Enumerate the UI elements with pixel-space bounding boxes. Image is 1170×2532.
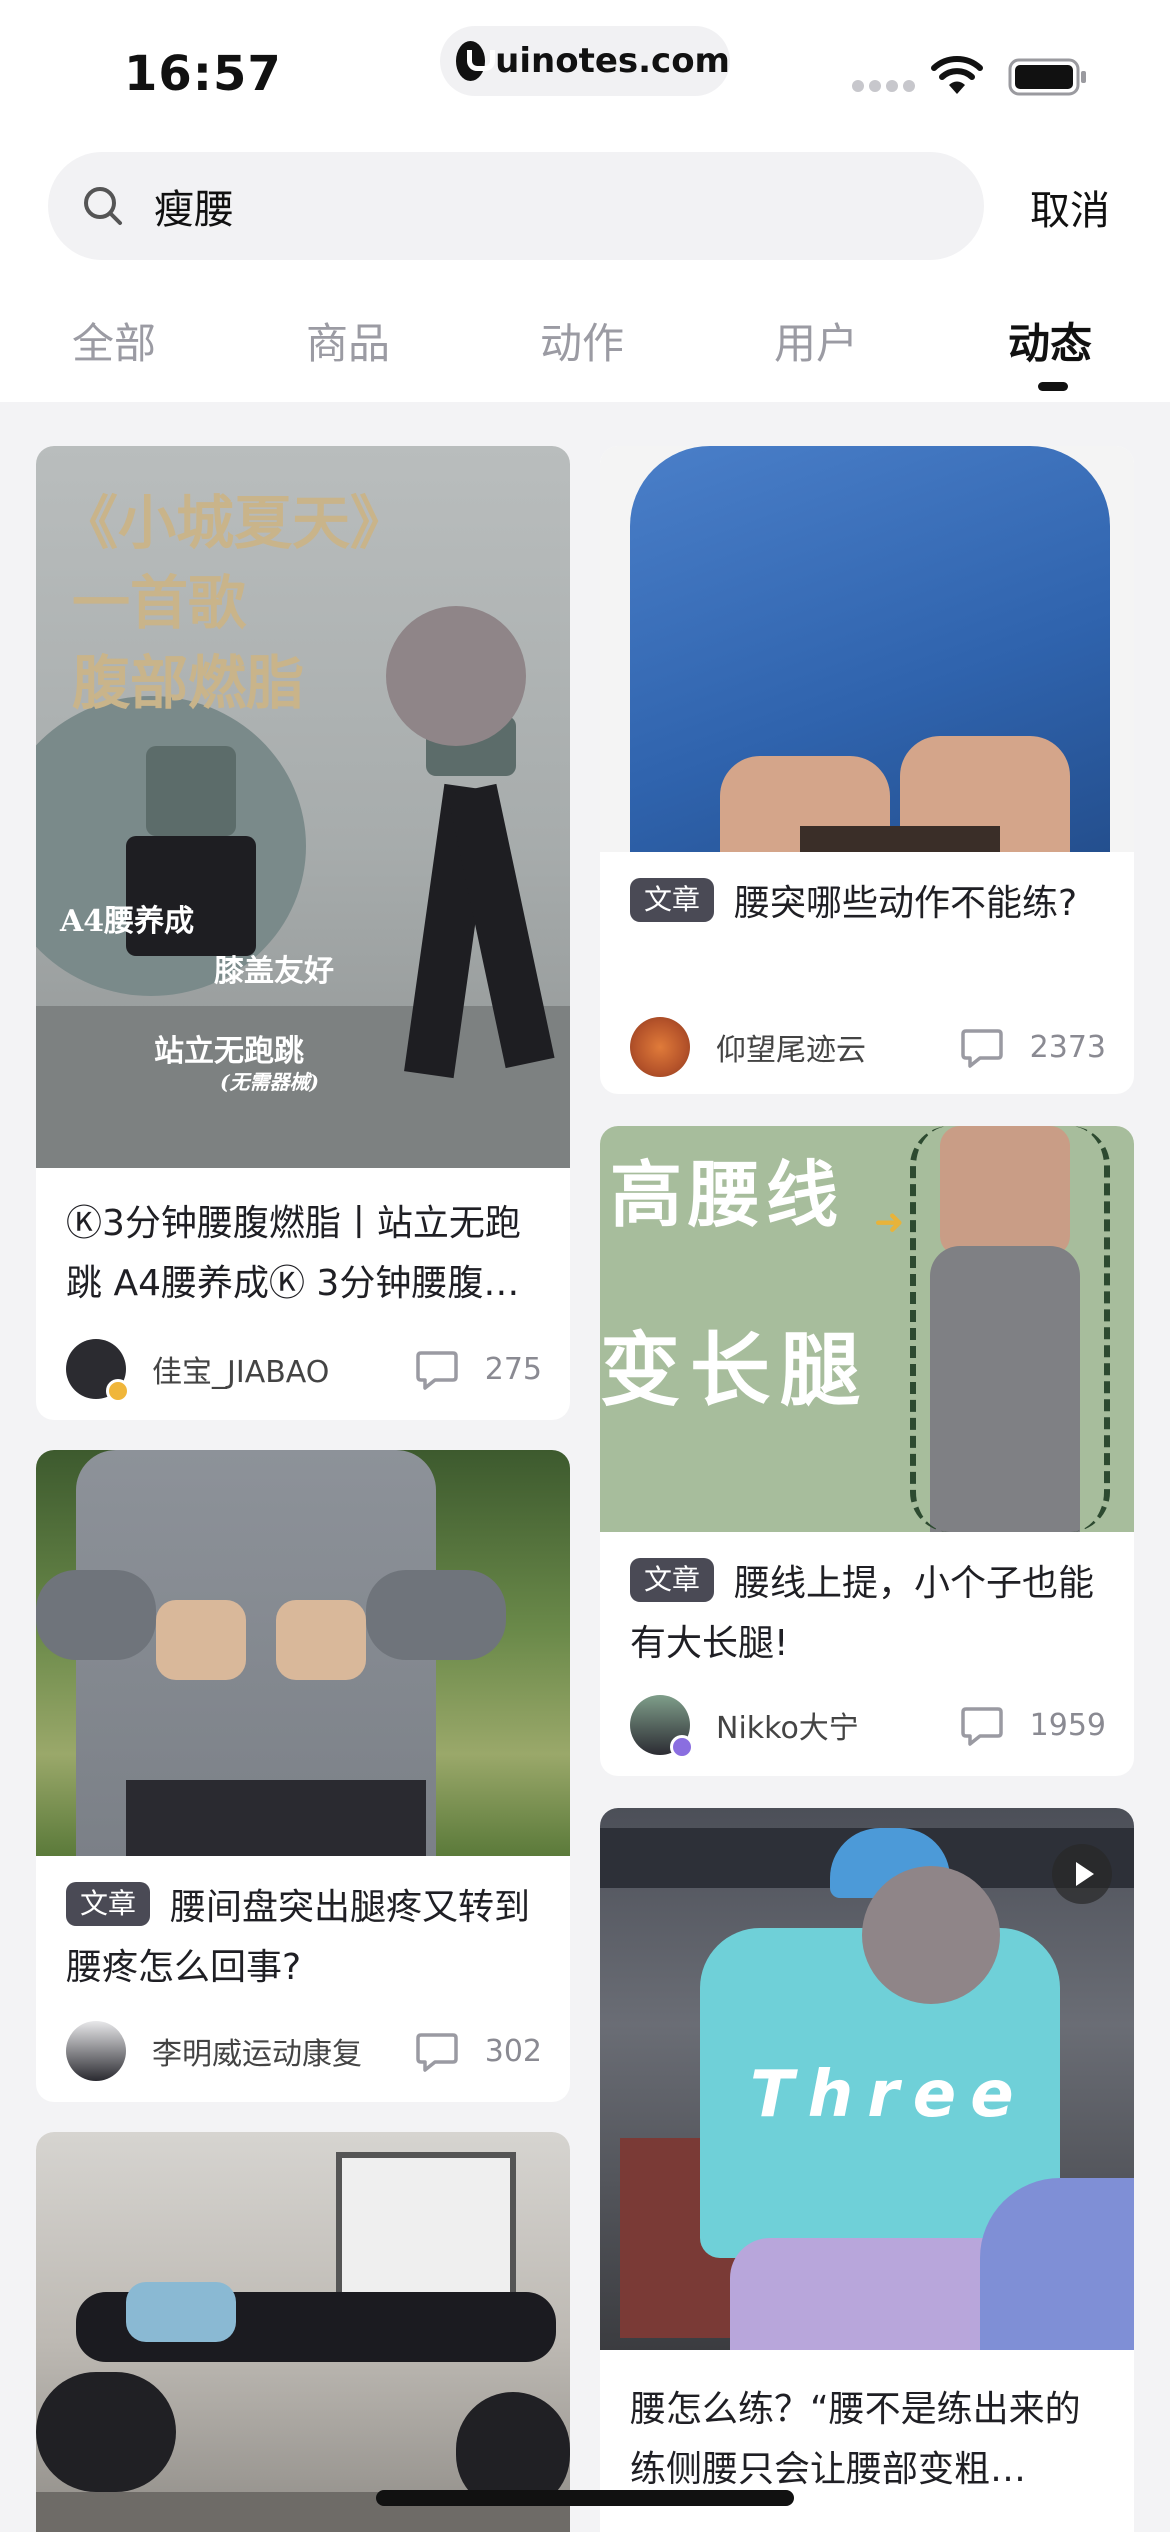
- tab-active-indicator: [1038, 382, 1068, 391]
- feed-card[interactable]: 《小城夏天》 一首歌 腹部燃脂 A4腰养成 膝盖友好 站立无跑跳 (无需器械) …: [36, 446, 570, 1420]
- article-tag: 文章: [630, 1558, 715, 1602]
- avatar[interactable]: [66, 2021, 126, 2081]
- comment-icon[interactable]: [413, 1347, 459, 1391]
- home-indicator: [376, 2490, 794, 2506]
- search-icon: [84, 187, 122, 225]
- tab-users[interactable]: 用户: [774, 310, 858, 371]
- author-row: 李明威运动康复 302: [66, 2020, 542, 2082]
- comment-count: 302: [484, 2033, 542, 2069]
- tab-posts[interactable]: 动态: [1008, 310, 1092, 371]
- author-name[interactable]: 仰望尾迹云: [716, 1025, 958, 1069]
- article-tag: 文章: [66, 1882, 151, 1926]
- author-row: 佳宝_JIABAO 275: [66, 1338, 542, 1403]
- play-icon[interactable]: [1052, 1844, 1112, 1904]
- verified-badge-icon: [670, 1735, 694, 1759]
- author-row: 仰望尾迹云 2373: [630, 1016, 1106, 1078]
- image-label: A4腰养成: [60, 904, 195, 939]
- image-headline: 腹部燃脂: [72, 649, 305, 717]
- image-headline: 高腰线: [610, 1152, 845, 1237]
- comment-count: 275: [484, 1351, 542, 1387]
- comment-icon[interactable]: [958, 1703, 1004, 1747]
- card-image: [36, 1450, 570, 1856]
- feed-card[interactable]: 高腰线 变长腿 ➜ 文章 腰线上提，小个子也能有大长腿! Nikko大宁 1959: [600, 1126, 1134, 1776]
- avatar[interactable]: [630, 1017, 690, 1077]
- card-title: 文章 腰线上提，小个子也能有大长腿!: [630, 1554, 1110, 1674]
- battery-icon: [1008, 58, 1086, 96]
- card-title: Ⓚ3分钟腰腹燃脂丨站立无跑跳 A4腰养成Ⓚ 3分钟腰腹燃脂: [66, 1203, 521, 1304]
- feed-card[interactable]: [36, 2132, 570, 2532]
- feed-card[interactable]: 文章 腰突哪些动作不能练? 仰望尾迹云 2373: [600, 446, 1134, 1094]
- card-title: 腰怎么练？“腰不是练出来的练侧腰只会让腰部变粗…: [630, 2389, 1081, 2490]
- image-overlay-text: Three: [750, 2058, 1028, 2132]
- tab-exercises[interactable]: 动作: [540, 310, 624, 371]
- card-image: [36, 2132, 570, 2532]
- comment-icon[interactable]: [413, 2029, 459, 2073]
- card-image: Three: [600, 1808, 1134, 2350]
- feed-card[interactable]: Three 腰怎么练？“腰不是练出来的练侧腰只会让腰部变粗…: [600, 1808, 1134, 2532]
- avatar[interactable]: [66, 1339, 130, 1403]
- verified-badge-icon: [106, 1379, 130, 1403]
- image-label: (无需器械): [220, 1070, 319, 1094]
- image-headline: 变长腿: [600, 1323, 870, 1417]
- tab-all[interactable]: 全部: [72, 310, 156, 371]
- card-image: [600, 446, 1134, 852]
- card-title: 文章 腰突哪些动作不能练?: [630, 874, 1110, 934]
- comment-count: 2373: [1029, 1029, 1106, 1065]
- card-image: 高腰线 变长腿 ➜: [600, 1126, 1134, 1532]
- cellular-signal-icon: [852, 80, 915, 92]
- search-bar[interactable]: [48, 152, 984, 260]
- article-tag: 文章: [630, 878, 715, 922]
- url-text: uinotes.com: [495, 41, 730, 81]
- author-name[interactable]: Nikko大宁: [716, 1703, 958, 1747]
- image-headline: 一首歌: [72, 569, 247, 637]
- image-label: 站立无跑跳: [154, 1034, 304, 1069]
- site-logo-icon: [456, 41, 496, 81]
- card-image: 《小城夏天》 一首歌 腹部燃脂 A4腰养成 膝盖友好 站立无跑跳 (无需器械): [36, 446, 570, 1168]
- author-row: Nikko大宁 1959: [630, 1694, 1106, 1759]
- comment-count: 1959: [1029, 1707, 1106, 1743]
- feed-card[interactable]: 文章 腰间盘突出腿疼又转到腰疼怎么回事? 李明威运动康复 302: [36, 1450, 570, 2102]
- blurred-face: [862, 1866, 1000, 2004]
- image-headline: 《小城夏天》: [60, 489, 409, 557]
- author-name[interactable]: 佳宝_JIABAO: [152, 1347, 413, 1391]
- blurred-face: [386, 606, 526, 746]
- search-input[interactable]: [154, 174, 934, 238]
- status-time: 16:57: [124, 46, 282, 102]
- category-tabs: 全部 商品 动作 用户 动态: [0, 300, 1170, 391]
- pointing-hand-icon: ➜: [874, 1202, 905, 1243]
- card-title-text: 腰突哪些动作不能练?: [734, 883, 1078, 924]
- comment-icon[interactable]: [958, 1025, 1004, 1069]
- wifi-icon: [931, 56, 983, 94]
- card-title: 文章 腰间盘突出腿疼又转到腰疼怎么回事?: [66, 1878, 546, 1998]
- author-name[interactable]: 李明威运动康复: [152, 2029, 413, 2073]
- cancel-button[interactable]: 取消: [1030, 178, 1110, 236]
- url-pill[interactable]: uinotes.com: [440, 26, 730, 96]
- image-label: 膝盖友好: [214, 954, 334, 989]
- avatar[interactable]: [630, 1695, 694, 1759]
- tab-products[interactable]: 商品: [306, 310, 390, 371]
